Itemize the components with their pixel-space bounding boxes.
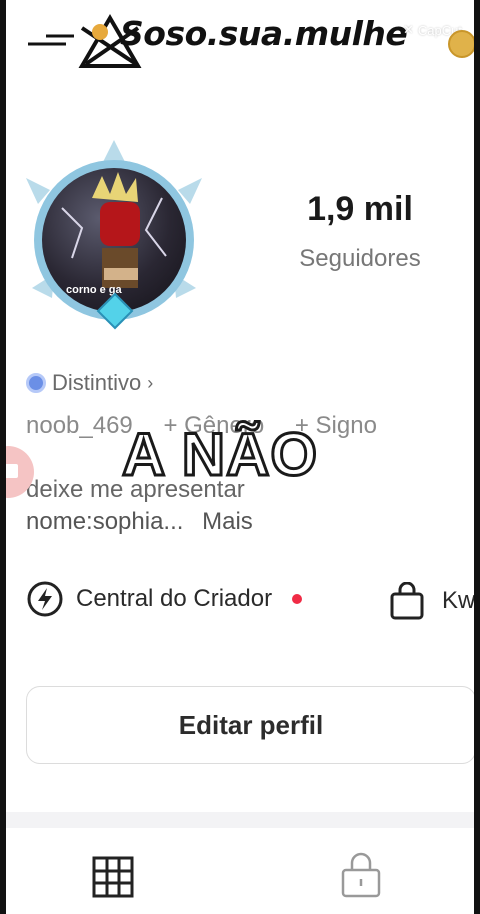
lock-icon[interactable] — [340, 852, 382, 898]
chevron-right-icon: › — [147, 372, 154, 393]
badge-link[interactable]: Distintivo › — [26, 370, 153, 396]
badge-label: Distintivo — [52, 370, 142, 395]
shop-label: Kw — [442, 587, 476, 614]
hexagon-badge-icon — [26, 373, 46, 393]
bag-icon — [390, 582, 424, 620]
shop-link[interactable]: Kw — [388, 582, 475, 620]
edit-profile-button[interactable]: Editar perfil — [26, 686, 476, 764]
creator-center-label: Central do Criador — [76, 585, 273, 612]
section-divider — [0, 812, 480, 828]
video-icon — [2, 464, 18, 478]
coin-icon — [448, 30, 476, 58]
followers-stat[interactable]: 1,9 mil Seguidores — [270, 190, 450, 273]
more-link[interactable]: Mais — [202, 508, 253, 535]
avatar[interactable]: corno e ga — [22, 138, 206, 330]
lightning-icon — [27, 581, 63, 617]
notification-dot — [292, 594, 303, 604]
username-tag: noob_469 — [26, 412, 133, 439]
creator-center-link[interactable]: Central do Criador — [26, 580, 303, 618]
bio-text: nome:sophia... — [26, 508, 184, 535]
video-caption-overlay: A NÃO — [120, 420, 319, 490]
followers-count: 1,9 mil — [307, 190, 413, 228]
capcut-icon: ✕ — [403, 22, 414, 37]
followers-label: Seguidores — [299, 245, 421, 272]
watermark-text: Soso.sua.mulhe — [120, 14, 408, 53]
profile-tab-bar — [0, 828, 480, 914]
grid-icon[interactable] — [92, 856, 134, 898]
bio-line-2: nome:sophia... Mais — [26, 508, 253, 536]
